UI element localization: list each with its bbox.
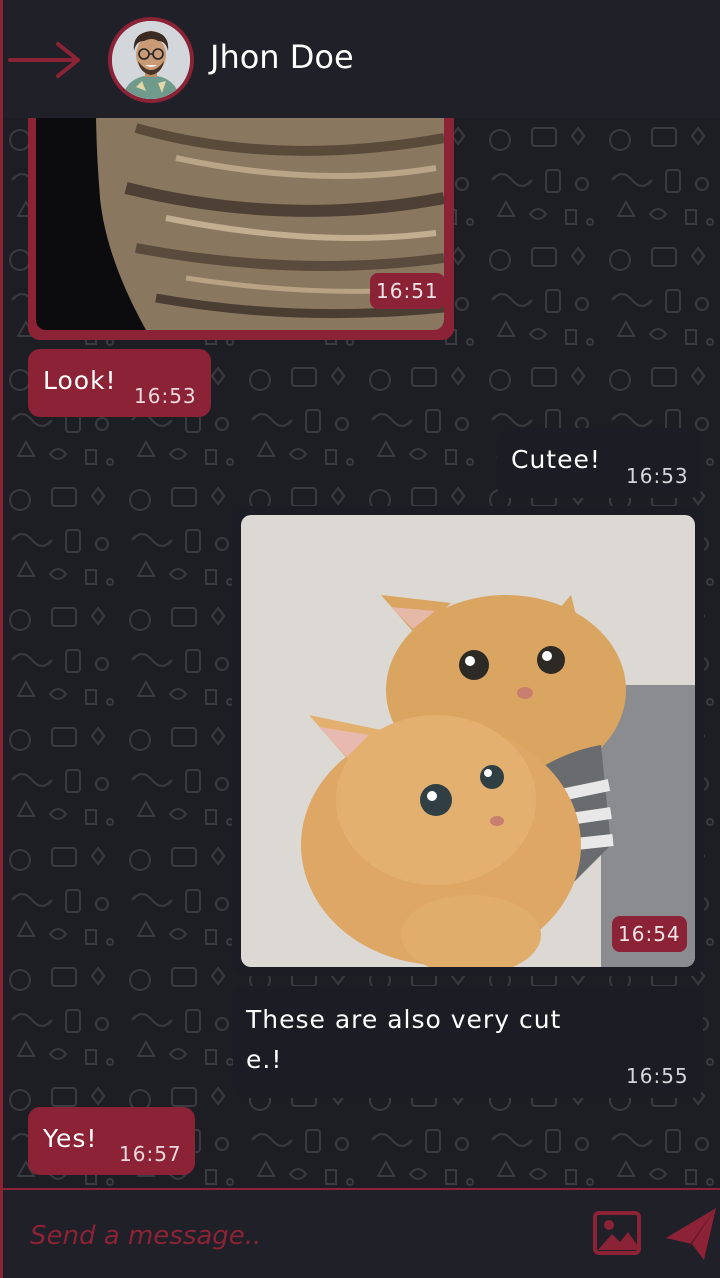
message-text-line-1: These are also very cut: [246, 1005, 562, 1034]
incoming-photo-message[interactable]: 16:51: [28, 118, 454, 340]
outgoing-photo-message[interactable]: 16:54: [232, 506, 704, 976]
message-time: 16:51: [370, 273, 445, 309]
kittens-photo[interactable]: [241, 515, 695, 967]
message-list[interactable]: 16:51 Look! 16:53 Cutee! 16:53 16:54 The…: [0, 118, 720, 1188]
message-time: 16:53: [626, 464, 689, 488]
contact-name: Jhon Doe: [210, 38, 354, 76]
chat-header: Jhon Doe: [0, 0, 720, 118]
outgoing-text-message[interactable]: These are also very cut e.! 16:55: [233, 986, 703, 1098]
message-time: 16:55: [626, 1064, 689, 1088]
avatar-image: [112, 21, 190, 99]
avatar[interactable]: [108, 17, 194, 103]
message-text-line-2: e.!: [246, 1045, 283, 1074]
incoming-text-message[interactable]: Yes! 16:57: [28, 1107, 195, 1175]
message-input[interactable]: [28, 1208, 572, 1264]
incoming-text-message[interactable]: Look! 16:53: [28, 349, 211, 417]
message-composer: [0, 1188, 720, 1278]
image-icon: [593, 1211, 641, 1255]
message-text: Yes!: [43, 1124, 98, 1153]
send-button[interactable]: [664, 1204, 718, 1262]
arrow-right-icon: [8, 42, 80, 78]
outgoing-text-message[interactable]: Cutee! 16:53: [497, 428, 702, 498]
message-time: 16:53: [134, 384, 197, 408]
back-button[interactable]: [8, 40, 84, 80]
chat-app: Jhon Doe 16:51 Look! 16:53 Cutee! 16:53 …: [0, 0, 720, 1278]
accent-edge: [0, 0, 3, 1278]
message-time: 16:54: [612, 916, 687, 952]
send-icon: [666, 1208, 716, 1260]
message-time: 16:57: [119, 1142, 182, 1166]
kittens-image: [241, 515, 695, 967]
message-text: Cutee!: [511, 445, 601, 474]
message-text: Look!: [43, 366, 117, 395]
attach-image-button[interactable]: [592, 1210, 642, 1256]
